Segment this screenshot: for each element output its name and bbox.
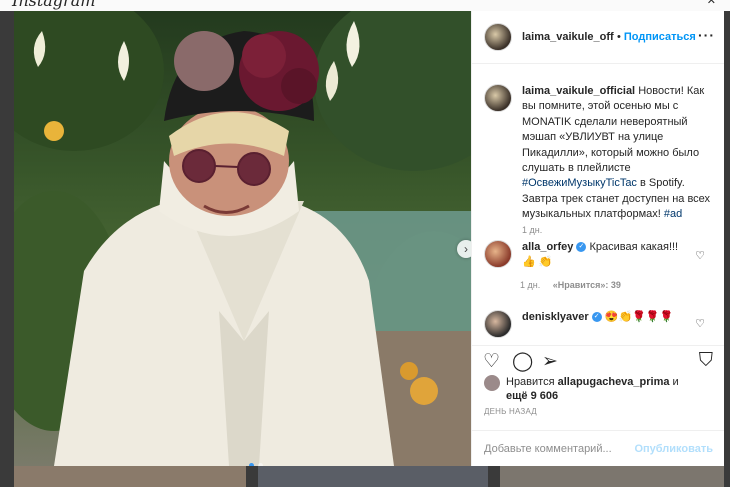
comment-meta: 1 дн. «Нравится»: 39	[520, 280, 621, 290]
verified-badge-icon: ✓	[576, 242, 587, 253]
caption-username[interactable]: laima_vaikule_official	[522, 85, 635, 97]
like-heart-icon[interactable]: ♡	[483, 350, 500, 373]
liker-avatar[interactable]	[484, 375, 500, 391]
caption-avatar[interactable]	[484, 84, 512, 112]
comment-item: alla_orfey ✓ Красивая какая!!!👍 👏	[484, 240, 714, 271]
comment-likes-count[interactable]: «Нравится»: 39	[553, 280, 621, 290]
likes-summary: Нравится allapugacheva_prima и ещё 9 606	[484, 375, 714, 403]
post-side-panel: laima_vaikule_offic • Подписаться ··· la…	[471, 11, 725, 466]
caption-body: laima_vaikule_official Новости! Как вы п…	[522, 84, 712, 223]
post-photo	[14, 11, 471, 466]
comments-list[interactable]: laima_vaikule_official Новости! Как вы п…	[472, 64, 725, 349]
likes-more-count[interactable]: ещё 9 606	[506, 390, 558, 402]
verified-badge-icon: ✓	[591, 312, 602, 323]
comment-text: 😍👏🌹🌹🌹	[604, 311, 674, 323]
comment-time[interactable]: 1 дн.	[520, 280, 540, 290]
caption-hashtag-2[interactable]: #ad	[664, 208, 682, 220]
comment-like-heart-icon[interactable]: ♡	[695, 317, 705, 330]
likes-text: Нравится allapugacheva_prima и ещё 9 606	[506, 375, 679, 403]
comment-username[interactable]: deniskl​yaver	[522, 311, 589, 323]
post-actions-bar: ♡ ◯ ➢ ⛉	[472, 345, 725, 376]
instagram-logo[interactable]: Instagram	[12, 0, 95, 10]
related-post-thumb[interactable]	[14, 466, 246, 487]
comment-username[interactable]: alla_orfey	[522, 241, 573, 253]
related-posts-strip	[14, 466, 724, 487]
share-paper-plane-icon[interactable]: ➢	[542, 350, 558, 373]
caption-text-1: Новости! Как вы помните, этой осенью мы …	[522, 85, 705, 175]
backdrop-right	[724, 11, 730, 487]
post-timestamp[interactable]: ДЕНЬ НАЗАД	[484, 407, 537, 416]
post-header: laima_vaikule_offic • Подписаться ···	[472, 11, 725, 64]
add-comment-bar: Добавьте комментарий... Опубликовать	[472, 430, 725, 467]
header-separator: •	[617, 31, 621, 43]
comment-item: deniskl​yaver ✓ 😍👏🌹🌹🌹	[484, 310, 714, 338]
commenter-avatar[interactable]	[484, 240, 512, 268]
likes-prefix: Нравится	[506, 376, 558, 388]
comment-body: alla_orfey ✓ Красивая какая!!!👍 👏	[522, 240, 682, 271]
likes-username[interactable]: allapugacheva_prima	[558, 376, 670, 388]
caption-hashtag-1[interactable]: #ОсвежиМузыкуTicTac	[522, 177, 637, 189]
caption-time[interactable]: 1 дн.	[522, 225, 542, 235]
follow-button[interactable]: Подписаться	[624, 31, 696, 43]
save-bookmark-icon[interactable]: ⛉	[699, 350, 713, 372]
likes-middle: и	[669, 376, 679, 388]
comment-input[interactable]: Добавьте комментарий...	[484, 443, 634, 455]
backdrop-left	[0, 11, 14, 487]
comment-like-heart-icon[interactable]: ♡	[695, 249, 705, 262]
publish-button[interactable]: Опубликовать	[634, 443, 713, 455]
author-avatar[interactable]	[484, 23, 512, 51]
more-options-icon[interactable]: ···	[698, 27, 715, 43]
next-image-button[interactable]: ›	[457, 240, 471, 258]
browser-top-strip: Instagram ✕	[0, 0, 730, 11]
comment-body: deniskl​yaver ✓ 😍👏🌹🌹🌹	[522, 310, 682, 338]
post-media[interactable]: ›	[14, 11, 471, 466]
commenter-avatar[interactable]	[484, 310, 512, 338]
related-post-thumb[interactable]	[500, 466, 724, 487]
chevron-right-icon: ›	[464, 242, 468, 256]
comment-bubble-icon[interactable]: ◯	[512, 350, 533, 373]
related-post-thumb[interactable]	[258, 466, 488, 487]
author-username[interactable]: laima_vaikule_offic	[522, 31, 614, 43]
post-caption: laima_vaikule_official Новости! Как вы п…	[484, 84, 714, 235]
top-window-controls: ✕	[706, 0, 716, 7]
